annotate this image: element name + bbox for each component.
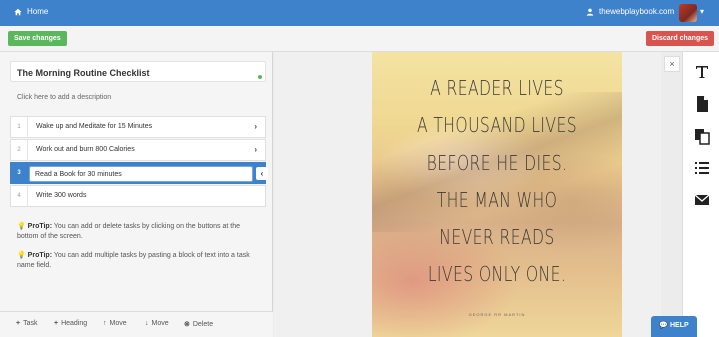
help-icon: 💬 [659,322,669,329]
protip: 💡 ProTip: You can add or delete tasks by… [17,222,262,242]
lightbulb-icon: 💡 [17,252,26,259]
delete-label: Delete [192,321,214,328]
plus-icon: + [16,320,21,327]
protip-label: ProTip: [27,223,53,230]
list-icon [695,162,709,174]
move-up-label: Move [109,320,127,327]
task-name: Wake up and Meditate for 15 Minutes [36,123,153,130]
saved-status-dot [258,75,262,79]
add-heading-button[interactable]: + Heading [54,320,87,327]
quote-line: THE MAN WHO [436,188,558,212]
protip: 💡 ProTip: You can add multiple tasks by … [17,251,262,271]
copy-icon [695,129,710,145]
task-name: Read a Book for 30 minutes [35,171,122,178]
envelope-icon [694,194,710,205]
close-panel-button[interactable]: × [664,56,680,72]
task-row[interactable]: 1 Wake up and Meditate for 15 Minutes › [10,116,266,138]
text-tool-button[interactable] [692,62,712,82]
help-label: HELP [670,322,689,329]
user-icon [586,8,594,16]
chevron-left-icon[interactable]: ‹ [256,167,268,180]
text-icon [696,66,708,78]
arrow-down-icon: ↓ [145,320,149,327]
home-label: Home [27,7,49,16]
home-link[interactable]: Home [14,7,48,16]
quote-line: LIVES ONLY ONE. [427,262,567,286]
delete-button[interactable]: ⊗ Delete [184,320,213,328]
move-up-button[interactable]: ↑ Move [103,320,127,327]
task-number: 4 [11,186,28,206]
task-row-active[interactable]: 3 Read a Book for 30 minutes ‹ [10,162,268,184]
lightbulb-icon: 💡 [17,223,26,230]
action-toolbar: Save changes Discard changes [0,26,719,52]
home-icon [14,8,22,15]
checklist-panel: The Morning Routine Checklist Click here… [0,52,273,337]
add-task-label: Task [23,320,38,327]
plus-icon: + [54,320,59,327]
task-name: Write 300 words [36,192,87,199]
task-name: Work out and burn 800 Calories [36,146,135,153]
arrow-up-icon: ↑ [103,320,107,327]
protip-text: You can add multiple tasks by pasting a … [17,252,250,269]
copy-tool-button[interactable] [692,126,712,146]
move-down-button[interactable]: ↓ Move [145,320,169,327]
quote-line: A THOUSAND LIVES [416,113,578,137]
tool-rail [682,52,719,337]
task-row[interactable]: 2 Work out and burn 800 Calories › [10,139,266,161]
task-row[interactable]: 4 Write 300 words [10,185,266,207]
checklist-title: The Morning Routine Checklist [17,68,150,78]
task-list: 1 Wake up and Meditate for 15 Minutes › … [10,116,268,208]
preview-canvas: A READER LIVES A THOUSAND LIVES BEFORE H… [274,52,661,337]
protip-label: ProTip: [27,252,53,259]
save-changes-button[interactable]: Save changes [8,31,67,46]
document-tool-button[interactable] [692,94,712,114]
quote-line: BEFORE HE DIES. [426,151,568,175]
add-task-button[interactable]: + Task [16,320,38,327]
quote-poster-image[interactable]: A READER LIVES A THOUSAND LIVES BEFORE H… [372,52,622,337]
quote-line: NEVER READS [439,225,555,249]
discard-changes-button[interactable]: Discard changes [646,31,715,46]
task-number: 3 [11,163,28,183]
email-tool-button[interactable] [692,190,712,210]
chevron-right-icon[interactable]: › [254,145,257,154]
quote-line: A READER LIVES [430,76,564,100]
site-label: thewebplaybook.com [599,7,675,16]
delete-icon: ⊗ [184,321,190,328]
move-down-label: Move [151,320,169,327]
top-navbar: Home thewebplaybook.com ▾ [0,0,719,26]
list-tool-button[interactable] [692,158,712,178]
add-heading-label: Heading [61,320,88,327]
document-icon [697,96,708,112]
quote-author: GEORGE RR MARTIN [468,312,526,317]
checklist-title-field[interactable]: The Morning Routine Checklist [10,61,266,82]
account-menu[interactable]: thewebplaybook.com [586,7,674,16]
description-field[interactable]: Click here to add a description [17,94,111,101]
task-name-input[interactable]: Read a Book for 30 minutes [29,166,253,182]
task-actions-bar: + Task + Heading ↑ Move ↓ Move ⊗ Delete [0,311,273,337]
avatar[interactable] [679,4,697,22]
task-number: 2 [11,140,28,160]
chevron-right-icon[interactable]: › [254,122,257,131]
task-number: 1 [11,117,28,137]
caret-down-icon[interactable]: ▾ [700,7,704,16]
help-button[interactable]: 💬 HELP [651,316,697,337]
